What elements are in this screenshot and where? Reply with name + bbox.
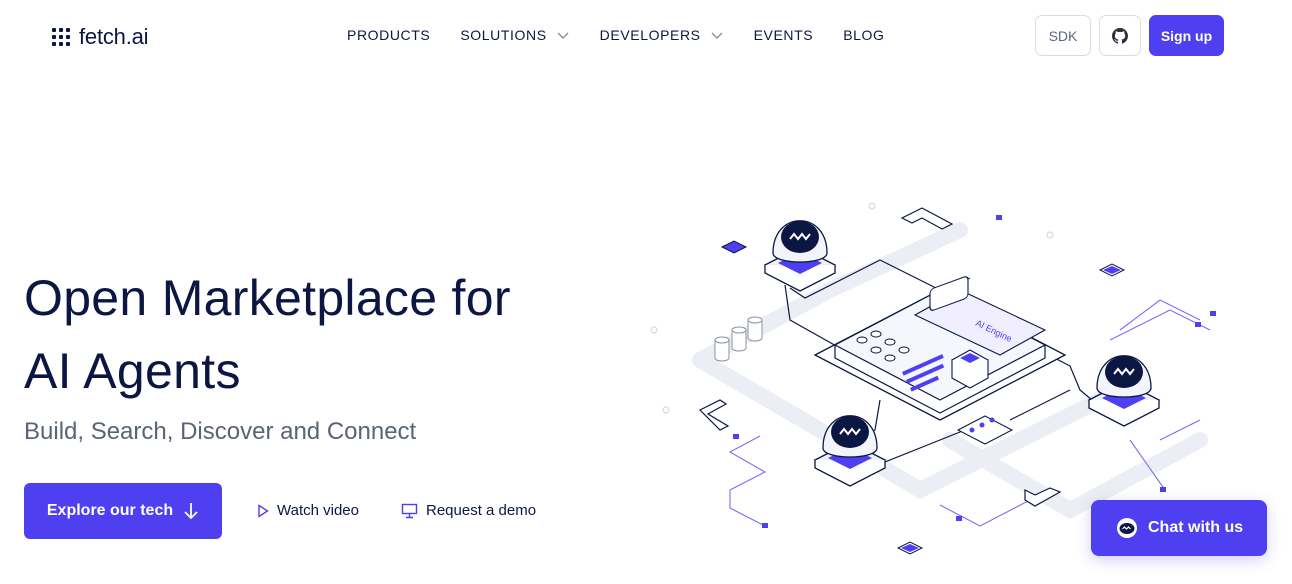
fetch-logo-icon xyxy=(52,28,70,46)
hero-subtitle: Build, Search, Discover and Connect xyxy=(24,418,417,445)
brand-name: fetch.ai xyxy=(79,24,149,49)
chevron-down-icon xyxy=(557,32,569,39)
nav-label: BLOG xyxy=(843,27,885,43)
request-demo-link[interactable]: Request a demo xyxy=(401,502,536,519)
agent-bot-top xyxy=(764,219,836,292)
demo-label: Request a demo xyxy=(426,502,537,519)
chat-widget-button[interactable]: Chat with us xyxy=(1091,500,1267,556)
nav-label: SOLUTIONS xyxy=(460,27,547,43)
chevron-down-icon xyxy=(711,32,723,39)
hero-title-line2: AI Agents xyxy=(24,343,241,399)
hero-title: Open Marketplace for AI Agents xyxy=(24,262,511,408)
main-nav: PRODUCTS SOLUTIONS DEVELOPERS EVENTS BLO… xyxy=(347,27,915,43)
nav-item-blog[interactable]: BLOG xyxy=(843,27,884,43)
agent-bot-right xyxy=(1088,354,1160,427)
nav-item-solutions[interactable]: SOLUTIONS xyxy=(460,27,569,43)
site-header: fetch.ai PRODUCTS SOLUTIONS DEVELOPERS E… xyxy=(0,0,1292,72)
nav-label: EVENTS xyxy=(753,27,814,43)
nav-label: PRODUCTS xyxy=(347,27,431,43)
play-icon xyxy=(258,503,269,518)
watch-label: Watch video xyxy=(277,502,359,519)
watch-video-link[interactable]: Watch video xyxy=(257,502,359,519)
github-button[interactable] xyxy=(1099,15,1141,56)
sdk-label: SDK xyxy=(1048,27,1078,44)
github-icon xyxy=(1112,27,1128,44)
sdk-button[interactable]: SDK xyxy=(1035,15,1091,56)
storage-cylinders xyxy=(714,316,763,362)
signup-button[interactable]: Sign up xyxy=(1149,15,1224,56)
nav-item-products[interactable]: PRODUCTS xyxy=(347,27,430,43)
signup-label: Sign up xyxy=(1160,27,1213,44)
arrow-down-icon xyxy=(184,503,198,520)
nav-item-developers[interactable]: DEVELOPERS xyxy=(600,27,724,43)
explore-tech-button[interactable]: Explore our tech xyxy=(24,483,222,539)
nav-label: DEVELOPERS xyxy=(599,27,701,43)
ai-engine-platform: AI Engine xyxy=(813,276,1067,421)
hero-title-line1: Open Marketplace for xyxy=(24,270,511,326)
logo[interactable]: fetch.ai xyxy=(52,24,149,50)
nav-item-events[interactable]: EVENTS xyxy=(754,27,814,43)
explore-label: Explore our tech xyxy=(46,502,174,519)
chat-label: Chat with us xyxy=(1148,519,1244,536)
presentation-icon xyxy=(401,503,418,518)
bot-avatar-icon xyxy=(1117,518,1137,538)
